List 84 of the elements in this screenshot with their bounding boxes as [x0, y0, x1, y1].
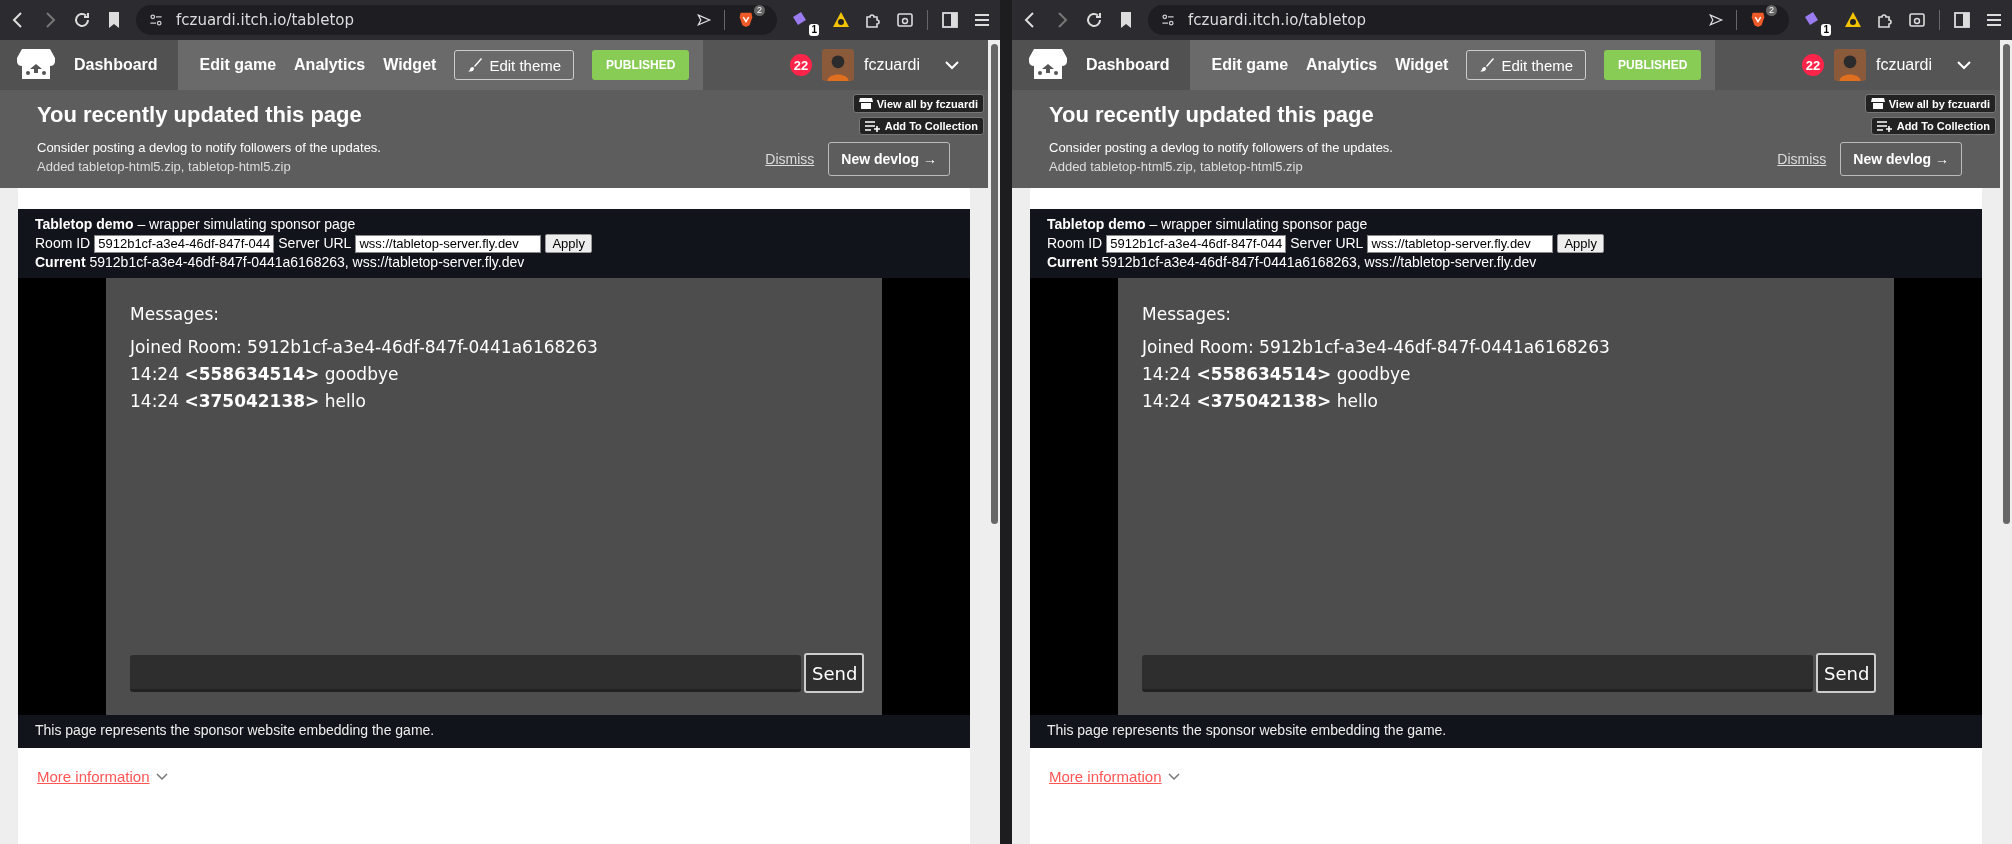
nav-link[interactable]: Widget — [383, 56, 437, 74]
reload-icon[interactable] — [72, 10, 92, 30]
messages-heading: Messages: — [1142, 304, 1233, 324]
current-info: Current 5912b1cf-a3e4-46df-847f-0441a6168263, wss://tabletop-server.fly.dev — [35, 253, 526, 272]
store-icon — [1870, 97, 1885, 110]
chat-input-field[interactable] — [130, 654, 801, 692]
send-button[interactable]: Send — [804, 653, 864, 693]
brush-icon — [467, 57, 484, 73]
current-info: Current 5912b1cf-a3e4-46df-847f-0441a6168263, wss://tabletop-server.fly.dev — [1047, 253, 1538, 272]
status-badge: PUBLISHED — [592, 50, 690, 80]
dashboard-link[interactable]: Dashboard — [74, 56, 158, 74]
send-icon — [696, 12, 712, 28]
banner-detail: Added tabletop-html5.zip, tabletop-html5.zip — [1049, 159, 1304, 174]
nav-link[interactable]: Edit game — [199, 56, 277, 74]
edit-theme-button[interactable]: Edit theme — [454, 50, 575, 80]
send-button[interactable]: Send — [1816, 653, 1876, 693]
site-settings-icon — [1160, 12, 1176, 28]
notification-badge[interactable]: 22 — [789, 54, 812, 76]
message-line: 14:24 <375042138> hello — [1142, 390, 1379, 413]
server-url-field[interactable]: wss://tabletop-server.fly.dev — [355, 234, 542, 253]
username[interactable]: fczuardi — [863, 56, 920, 74]
apply-button[interactable]: Apply — [545, 234, 592, 253]
new-devlog-button[interactable]: New devlog → — [828, 142, 950, 176]
address-bar[interactable]: fczuardi.itch.io/tabletop 2 — [136, 5, 777, 35]
banner-title: You recently updated this page — [1049, 102, 1375, 128]
new-devlog-button[interactable]: New devlog → — [1840, 142, 1962, 176]
add-list-icon — [864, 120, 881, 132]
dismiss-link[interactable]: Dismiss — [765, 151, 815, 167]
nav-link[interactable]: Widget — [1395, 56, 1449, 74]
send-icon — [1708, 12, 1724, 28]
room-id-field[interactable]: 5912b1cf-a3e4-46df-847f-044 — [1106, 234, 1287, 253]
demo-title: Tabletop demo – wrapper simulating sponsor page — [1047, 215, 1369, 234]
banner-message: Consider posting a devlog to notify followers of the updates. — [1049, 140, 1394, 155]
chevron-down-icon[interactable] — [1956, 60, 1972, 70]
footer-text: This page represents the sponsor website embedding the game. — [18, 715, 970, 748]
view-all-button[interactable]: View all by fczuardi — [1864, 94, 1996, 113]
room-id-field[interactable]: 5912b1cf-a3e4-46df-847f-044 — [94, 234, 275, 253]
avatar[interactable] — [1833, 49, 1866, 81]
add-to-collection-button[interactable]: Add To Collection — [858, 117, 984, 135]
avatar[interactable] — [821, 49, 854, 81]
message-line: 14:24 <558634514> goodbye — [1142, 363, 1412, 386]
nav-link[interactable]: Analytics — [1306, 56, 1378, 74]
footer-text: This page represents the sponsor website embedding the game. — [1030, 715, 1982, 748]
chevron-down-icon — [1167, 772, 1180, 781]
sidebar-icon[interactable] — [1952, 10, 1972, 30]
username[interactable]: fczuardi — [1875, 56, 1932, 74]
add-list-icon — [1876, 120, 1893, 132]
banner-title: You recently updated this page — [37, 102, 363, 128]
message-line: Joined Room: 5912b1cf-a3e4-46df-847f-0441a6168263 — [1142, 336, 1611, 359]
edit-theme-button[interactable]: Edit theme — [1466, 50, 1587, 80]
message-line: 14:24 <375042138> hello — [130, 390, 367, 413]
screenshot-icon[interactable] — [1907, 10, 1927, 30]
notification-badge[interactable]: 22 — [1801, 54, 1824, 76]
reload-icon[interactable] — [1084, 10, 1104, 30]
dismiss-link[interactable]: Dismiss — [1777, 151, 1827, 167]
server-label: Server URL — [1290, 234, 1364, 253]
message-line: Joined Room: 5912b1cf-a3e4-46df-847f-0441a6168263 — [130, 336, 599, 359]
message-line: 14:24 <558634514> goodbye — [130, 363, 400, 386]
site-settings-icon — [148, 12, 164, 28]
triangle-icon[interactable] — [831, 10, 851, 30]
view-all-button[interactable]: View all by fczuardi — [852, 94, 984, 113]
store-icon — [858, 97, 873, 110]
room-label: Room ID — [35, 234, 91, 253]
sidebar-icon[interactable] — [940, 10, 960, 30]
server-url-field[interactable]: wss://tabletop-server.fly.dev — [1367, 234, 1554, 253]
status-badge: PUBLISHED — [1604, 50, 1702, 80]
messages-heading: Messages: — [130, 304, 221, 324]
address-bar[interactable]: fczuardi.itch.io/tabletop 2 — [1148, 5, 1789, 35]
nav-link[interactable]: Analytics — [294, 56, 366, 74]
chevron-down-icon — [155, 772, 168, 781]
nav-link[interactable]: Edit game — [1211, 56, 1289, 74]
server-label: Server URL — [278, 234, 352, 253]
demo-title: Tabletop demo – wrapper simulating sponsor page — [35, 215, 357, 234]
brush-icon — [1479, 57, 1496, 73]
chevron-down-icon[interactable] — [944, 60, 960, 70]
dashboard-link[interactable]: Dashboard — [1086, 56, 1170, 74]
banner-message: Consider posting a devlog to notify followers of the updates. — [37, 140, 382, 155]
banner-detail: Added tabletop-html5.zip, tabletop-html5.zip — [37, 159, 292, 174]
room-label: Room ID — [1047, 234, 1103, 253]
chat-input-field[interactable] — [1142, 654, 1813, 692]
screenshot-icon[interactable] — [895, 10, 915, 30]
triangle-icon[interactable] — [1843, 10, 1863, 30]
add-to-collection-button[interactable]: Add To Collection — [1870, 117, 1996, 135]
apply-button[interactable]: Apply — [1557, 234, 1604, 253]
